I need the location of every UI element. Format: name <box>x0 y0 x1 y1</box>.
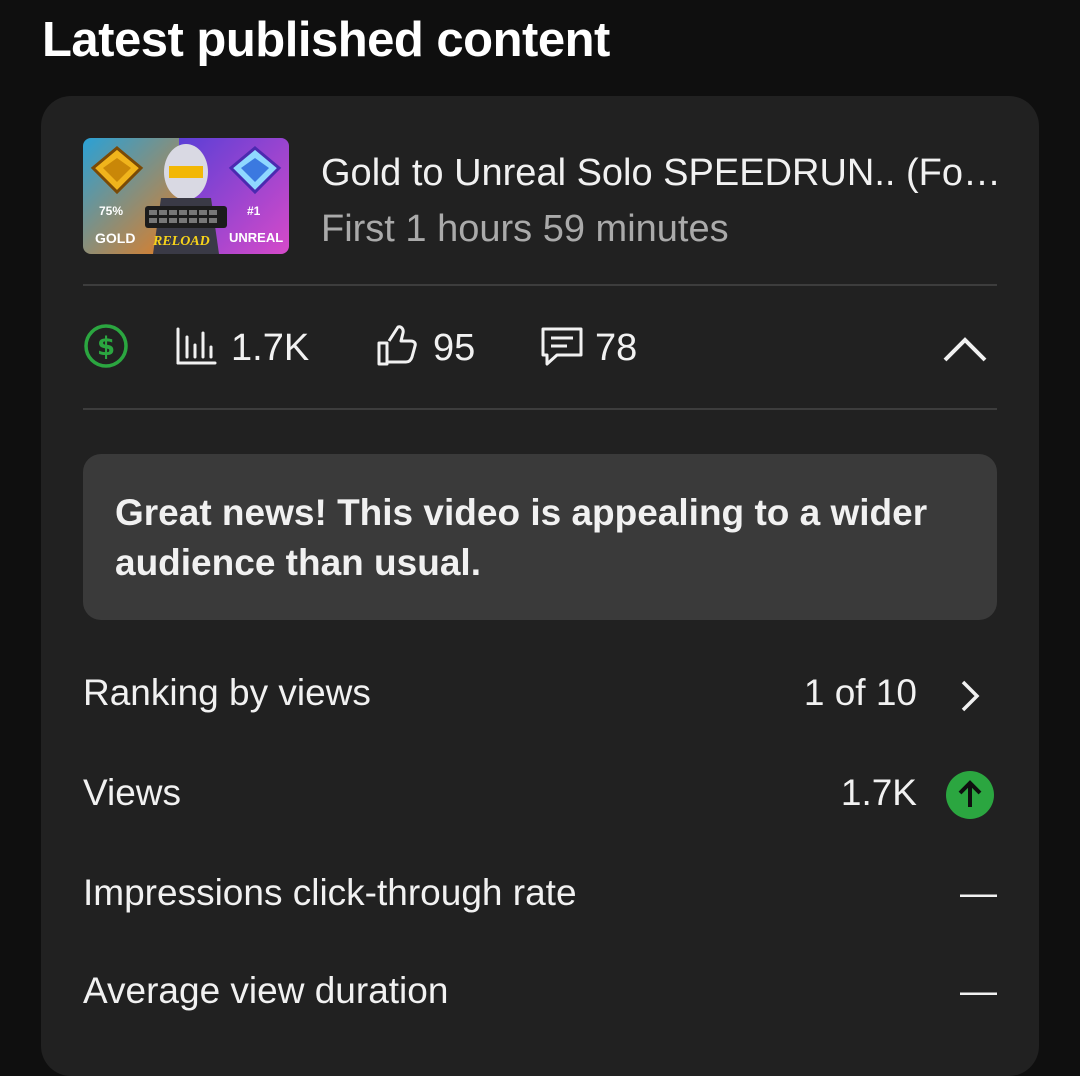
arrow-up-circle-icon <box>945 770 995 825</box>
metric-row-ctr[interactable]: Impressions click-through rate — <box>83 866 997 926</box>
thumbnail-text-unreal: UNREAL <box>229 230 284 245</box>
likes-stat: 95 <box>375 286 475 410</box>
metric-label: Views <box>83 772 182 813</box>
insight-text: Great news! This video is appealing to a… <box>115 492 928 583</box>
thumbnail-text-percent: 75% <box>99 204 124 218</box>
thumbnail-text-reload: RELOAD <box>153 234 210 249</box>
chevron-right-icon <box>957 674 983 723</box>
likes-count: 95 <box>433 326 476 369</box>
video-row[interactable]: 75% GOLD RELOAD #1 UNREAL Gold to Unreal… <box>83 138 1001 254</box>
metric-row-ranking[interactable]: Ranking by views 1 of 10 <box>83 666 997 726</box>
bar-chart-icon <box>175 325 217 372</box>
metric-label: Ranking by views <box>83 672 371 713</box>
video-title: Gold to Unreal Solo SPEEDRUN.. (Fo… <box>321 152 1002 194</box>
video-time-since-publish: First 1 hours 59 minutes <box>321 208 729 250</box>
thumbs-up-icon <box>375 324 419 373</box>
svg-text:$: $ <box>97 332 115 362</box>
metric-value: 1 of 10 <box>803 672 917 713</box>
insight-callout: Great news! This video is appealing to a… <box>83 454 997 620</box>
comments-stat: 78 <box>539 286 637 410</box>
views-count: 1.7K <box>231 326 310 369</box>
section-title: Latest published content <box>42 13 610 67</box>
latest-content-card: 75% GOLD RELOAD #1 UNREAL Gold to Unreal… <box>41 96 1039 1076</box>
comment-icon <box>539 323 585 374</box>
thumbnail-text-rank: #1 <box>247 204 261 218</box>
metric-row-avg-duration[interactable]: Average view duration — <box>83 964 997 1024</box>
metric-label: Average view duration <box>83 970 449 1011</box>
collapse-button[interactable] <box>939 328 991 368</box>
comments-count: 78 <box>595 326 638 369</box>
metric-value: — <box>960 872 997 913</box>
divider <box>83 408 997 410</box>
metric-value: — <box>960 970 997 1011</box>
metric-value: 1.7K <box>840 772 917 813</box>
dollar-circle-icon: $ <box>83 323 129 374</box>
metric-row-views[interactable]: Views 1.7K <box>83 766 997 826</box>
monetization-status: $ <box>83 286 129 410</box>
video-thumbnail[interactable]: 75% GOLD RELOAD #1 UNREAL <box>83 138 289 254</box>
metric-label: Impressions click-through rate <box>83 872 577 913</box>
views-stat: 1.7K <box>175 286 309 410</box>
chevron-up-icon <box>939 337 991 372</box>
stats-row: $ 1.7K 95 78 <box>83 286 997 410</box>
thumbnail-text-gold: GOLD <box>95 230 136 246</box>
